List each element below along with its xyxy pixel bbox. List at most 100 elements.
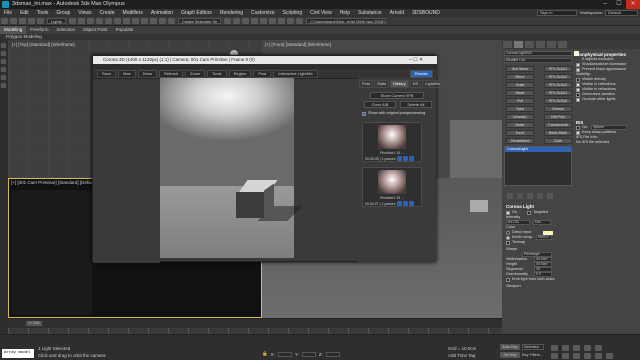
selection-filter-select[interactable]: Lights (47, 18, 66, 24)
menu-substance[interactable]: Substance (354, 9, 386, 17)
move-icon[interactable] (104, 18, 112, 24)
display-icon[interactable] (1, 75, 6, 80)
modifier-button[interactable]: Scale (506, 82, 534, 88)
curve-editor-icon[interactable] (251, 18, 259, 24)
select-icon[interactable] (68, 18, 76, 24)
scale-icon[interactable] (122, 18, 130, 24)
percent-snap-icon[interactable] (167, 18, 175, 24)
history-compare-icon[interactable] (402, 156, 408, 161)
create-tab-icon[interactable] (503, 41, 512, 48)
menu-rendering[interactable]: Rendering (216, 9, 247, 17)
minimize-icon[interactable]: – (598, 0, 612, 9)
zoom-all-icon[interactable] (562, 353, 569, 359)
show-end-result-icon[interactable] (517, 193, 523, 199)
play-icon[interactable] (573, 345, 580, 351)
tab-object-paint[interactable]: Object Paint (79, 26, 112, 34)
fov-icon[interactable] (573, 353, 580, 359)
motion-icon[interactable] (1, 67, 6, 72)
kelvin-input[interactable]: 6500.0 (535, 235, 552, 240)
hierarchy-icon[interactable] (1, 59, 6, 64)
menu-tools[interactable]: Tools (33, 9, 53, 17)
visible-refractions-checkbox[interactable] (576, 87, 580, 92)
link-icon[interactable] (19, 18, 26, 24)
pin-stack-icon[interactable] (507, 193, 513, 199)
zoom-icon[interactable] (551, 353, 558, 359)
bind-icon[interactable] (37, 18, 44, 24)
angle-snap-icon[interactable] (158, 18, 166, 24)
vfb-lightmix-button[interactable]: Interactive LightMix (273, 69, 318, 78)
key-mode-select[interactable]: Selected (522, 344, 544, 350)
named-selection-select[interactable]: Create Selection Se (177, 18, 222, 24)
hierarchy-tab-icon[interactable] (525, 41, 534, 48)
light-on-checkbox[interactable] (506, 210, 510, 215)
vfb-post-button[interactable]: Post (253, 69, 272, 78)
menu-graph-editors[interactable]: Graph Editors (177, 9, 216, 17)
object-name-field[interactable]: Corona Light002 (504, 51, 572, 56)
add-time-tag-button[interactable]: Add Time Tag (448, 353, 475, 358)
modifier-button[interactable]: PFX ScOv5 (544, 98, 572, 104)
targeted-checkbox[interactable] (527, 210, 532, 215)
modifier-button[interactable]: Normal (544, 106, 572, 112)
history-compare-icon[interactable] (402, 201, 408, 206)
menu-group[interactable]: Group (52, 9, 74, 17)
y-field[interactable] (301, 351, 316, 357)
vfb-refresh-button[interactable]: Refresh (159, 69, 184, 78)
project-path-select[interactable]: C:\Users\pauz\Des...erial (26th Nov 2018… (306, 18, 387, 24)
modifier-button[interactable]: Relax Mesh (544, 130, 572, 136)
history-load-icon[interactable] (396, 156, 402, 161)
pivot-icon[interactable] (140, 18, 148, 24)
maximize-viewport-icon[interactable] (606, 353, 613, 359)
history-thumbnail[interactable] (378, 170, 406, 194)
modifier-button[interactable]: Pull (506, 98, 534, 104)
render-frame-icon[interactable] (287, 18, 295, 24)
store-vfb-button[interactable]: Store Current VFB (370, 92, 424, 99)
menu-arnold[interactable]: Arnold (386, 9, 408, 17)
render-setup-icon[interactable] (278, 18, 286, 24)
display-tab-icon[interactable] (547, 41, 556, 48)
modifier-stack-item[interactable]: CoronaLight (505, 147, 571, 152)
unlink-icon[interactable] (28, 18, 35, 24)
menu-edit[interactable]: Edit (16, 9, 33, 17)
modifier-button[interactable]: Noise (506, 122, 534, 128)
modifier-button[interactable]: Turbosmooth (544, 122, 572, 128)
remove-modifier-icon[interactable] (537, 193, 543, 199)
vfb-window-controls[interactable]: – ☐ ✕ (409, 57, 423, 63)
occlude-lights-checkbox[interactable] (576, 97, 580, 102)
modifier-button[interactable]: PFX ScOv3 (544, 82, 572, 88)
next-frame-icon[interactable] (584, 345, 591, 351)
history-thumbnail[interactable] (378, 125, 406, 149)
delete-all-button[interactable]: Delete All (400, 101, 432, 108)
redo-icon[interactable] (10, 18, 17, 24)
prevent-black-checkbox[interactable] (576, 67, 580, 72)
select-by-name-icon[interactable] (77, 18, 85, 24)
modifier-button[interactable]: Sun Moon (506, 66, 534, 72)
kelvin-radio[interactable] (506, 235, 510, 240)
modifier-button[interactable]: Turn1 (506, 130, 534, 136)
modifier-button[interactable]: Twist (506, 106, 534, 112)
close-icon[interactable]: ✕ (626, 0, 640, 9)
history-load-icon[interactable] (396, 201, 402, 206)
modifier-list-select[interactable]: Modifier List (504, 58, 572, 63)
vfb-render-button[interactable]: Render (409, 69, 433, 78)
create-icon[interactable] (1, 43, 6, 48)
material-editor-icon[interactable] (269, 18, 277, 24)
viewport-front-label[interactable]: [+] [Front] [Standard] [Wireframe] (265, 42, 331, 47)
maxscript-listener[interactable]: Array modеl (2, 349, 34, 358)
place-icon[interactable] (131, 18, 139, 24)
show-original-checkbox[interactable] (362, 111, 366, 116)
modifier-button[interactable]: Wave (506, 90, 534, 96)
prev-frame-icon[interactable] (562, 345, 569, 351)
tab-dr[interactable]: DR (409, 80, 422, 88)
visible-reflections-checkbox[interactable] (576, 82, 580, 87)
modifier-button[interactable]: Cloth (544, 138, 572, 144)
vfb-region-button[interactable]: Region (228, 69, 252, 78)
vfb-save-button[interactable]: Save (97, 69, 117, 78)
menu-help[interactable]: Help (336, 9, 354, 17)
direct-input-radio[interactable] (506, 230, 510, 235)
tab-stats[interactable]: Stats (374, 80, 390, 88)
mirror-icon[interactable] (224, 18, 232, 24)
tab-lightmix[interactable]: LightMix (422, 80, 444, 88)
modifier-button[interactable]: Mirror (506, 74, 534, 80)
modifier-button[interactable]: TerrainBend (506, 138, 534, 144)
vfb-dens-button[interactable]: Dens (137, 69, 158, 78)
